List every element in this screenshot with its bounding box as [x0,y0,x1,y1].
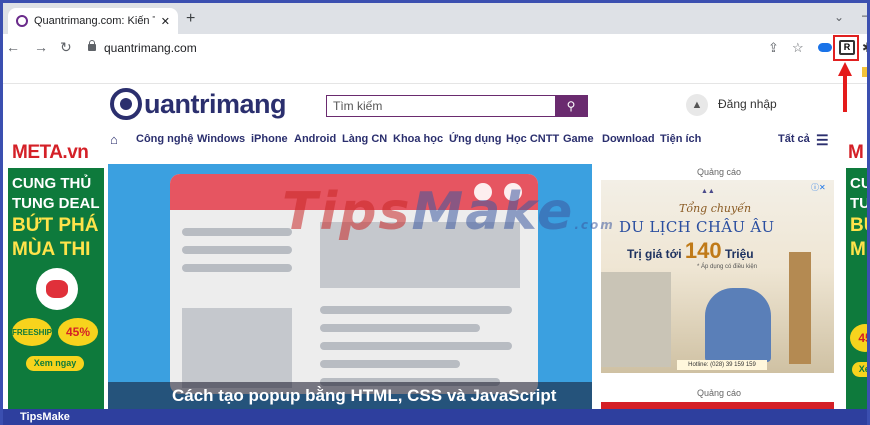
ad-label: Quảng cáo [697,167,742,177]
search-icon: ⚲ [566,99,576,113]
travel-banner-ad[interactable]: ⓘ✕ ▲▲ Tổng chuyến DU LỊCH CHÂU ÂU Trị gi… [601,180,834,373]
ad-headline: DU LỊCH CHÂU ÂU [619,218,775,236]
ad-text: TUNG DEAL [12,195,100,212]
red-arrow-annotation [838,62,852,112]
forward-icon[interactable]: → [34,39,48,55]
window-minimize-icon[interactable]: – [862,8,869,22]
ad-label: Quảng cáo [697,388,742,398]
search-button[interactable]: ⚲ [555,96,587,116]
browser-tab[interactable]: Quantrimang.com: Kiến Thức Cô ✕ [8,8,178,34]
ad-text: TU [850,195,870,212]
site-logo[interactable]: uantrimang [110,88,287,120]
bookmark-folder-icon[interactable] [862,67,870,77]
nav-item[interactable]: Công nghệ [136,133,193,145]
nav-item[interactable]: Download [602,133,655,145]
extensions-puzzle-icon[interactable]: ✱ [862,40,870,56]
ad-choices-icon[interactable]: ⓘ✕ [811,182,826,193]
ad-building-image [601,272,671,367]
nav-item[interactable]: Học CNTT [506,133,559,145]
bookmark-star-icon[interactable]: ☆ [792,40,804,56]
site-favicon-icon [16,15,28,27]
discount-badge: 45 [850,324,870,352]
web-page: META.vn CUNG THỦ TUNG DEAL BỨT PHÁ MÙA T… [0,84,870,409]
home-icon[interactable]: ⌂ [110,132,118,147]
nav-item[interactable]: Android [294,133,336,145]
ad-text: BU [850,215,870,236]
extension-icon[interactable] [818,43,832,52]
ad-travelers-image [705,288,771,362]
ad-text: CU [850,175,870,192]
nav-item[interactable]: Ứng dụng [449,133,502,145]
menu-icon[interactable]: ☰ [816,132,829,149]
bookmarks-bar [0,62,870,84]
tipsmake-watermark: TipsMake.com [282,182,615,242]
back-icon[interactable]: ← [6,39,20,55]
ad-text: MI [850,239,870,260]
ad-price: Trị giá tới 140 Triệu [627,238,754,263]
ad-cta-button[interactable]: Xen [852,362,870,377]
ad-cta-button[interactable]: Xem ngay [26,356,84,371]
footer-brand-bar: TipsMake [0,409,870,425]
lock-icon[interactable] [88,40,96,51]
nav-item[interactable]: Tiện ích [660,133,701,145]
logo-text: uantrimang [144,88,287,119]
new-tab-button[interactable]: + [186,11,195,27]
second-banner-ad[interactable] [601,402,834,409]
browser-tab-bar: Quantrimang.com: Kiến Thức Cô ✕ + ⌄ – [0,0,870,34]
meta-side-ad-right[interactable]: M CU TU BU MI 45 Xen [846,136,870,409]
ad-text: BỨT PHÁ [12,215,99,236]
ad-text: Tổng chuyến [679,202,752,215]
discount-badge: 45% [58,318,98,346]
mascot-image [36,268,78,310]
browser-toolbar: ← → ↻ quantrimang.com ⇪ ☆ R ✱ [0,34,870,62]
tab-title: Quantrimang.com: Kiến Thức Cô [34,15,155,27]
nav-item[interactable]: Windows [197,133,245,145]
tab-search-chevron-icon[interactable]: ⌄ [834,10,844,24]
nav-all-link[interactable]: Tất cả [778,133,810,145]
ad-brand-logo: ▲▲ [701,188,715,195]
notification-bell-icon[interactable]: ▲ [686,94,708,116]
search-input[interactable] [327,96,555,116]
ad-hotline: Hotline: (028) 39 159 159 [677,360,767,370]
freeship-badge: FREESHIP [12,318,52,346]
login-link[interactable]: Đăng nhập [718,97,777,111]
reload-icon[interactable]: ↻ [60,39,72,56]
nav-item[interactable]: Làng CN [342,133,387,145]
tab-close-icon[interactable]: ✕ [161,15,170,28]
nav-item[interactable]: Khoa học [393,133,443,145]
site-nav: ⌂ Công nghệ Windows iPhone Android Làng … [110,132,835,148]
ad-text: CUNG THỦ [12,175,92,192]
nav-item[interactable]: Game [563,133,594,145]
ad-clocktower-image [789,252,811,364]
logo-q-icon [110,88,142,120]
ad-text: MÙA THI [12,239,91,260]
meta-logo: M [846,136,870,168]
nav-item[interactable]: iPhone [251,133,288,145]
share-icon[interactable]: ⇪ [768,40,779,56]
reader-extension-icon[interactable]: R [839,40,855,55]
meta-side-ad-left[interactable]: META.vn CUNG THỦ TUNG DEAL BỨT PHÁ MÙA T… [8,136,104,409]
address-bar[interactable]: quantrimang.com [104,41,197,55]
ad-note: * Áp dụng có điều kiện [697,264,758,270]
article-title[interactable]: Cách tạo popup bằng HTML, CSS và JavaScr… [108,382,592,409]
meta-logo: META.vn [8,136,104,168]
site-search: ⚲ [326,95,588,117]
